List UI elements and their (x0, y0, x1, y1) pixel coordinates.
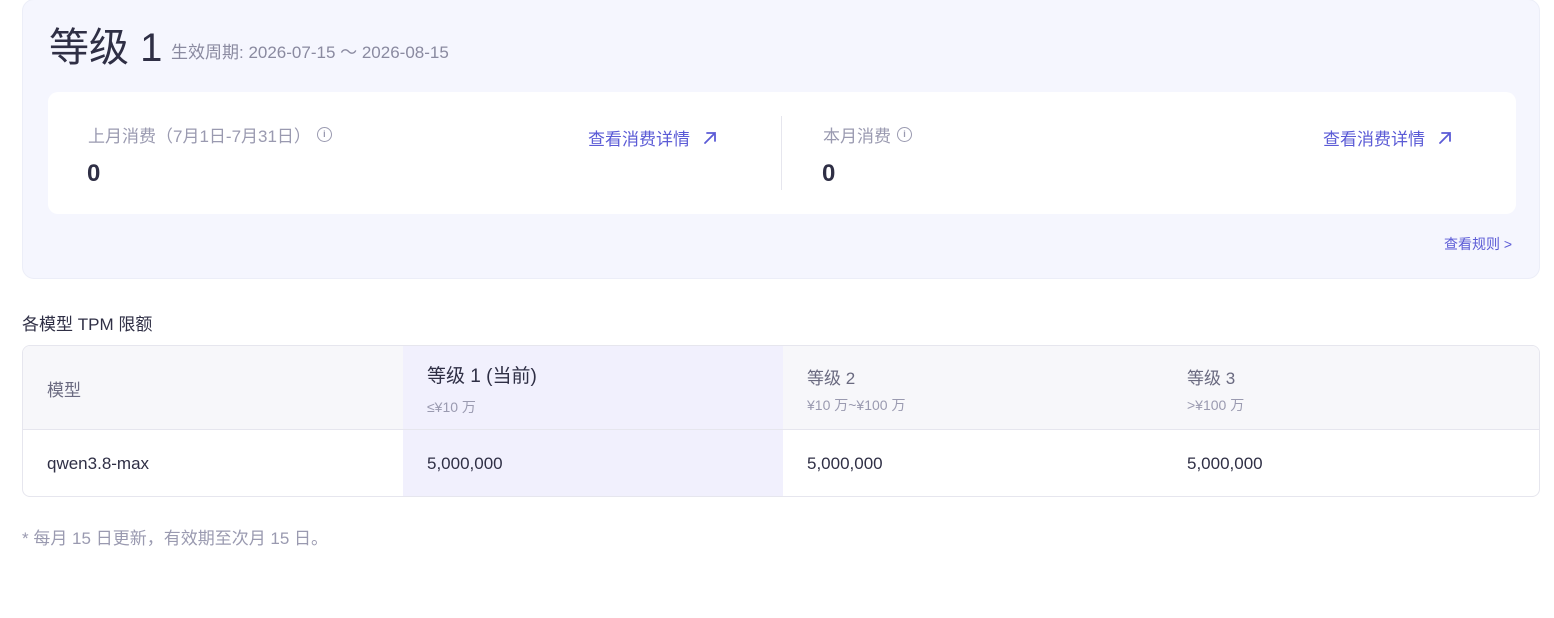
this-month-value: 0 (822, 160, 836, 187)
cell-level-3: 5,000,000 (1163, 430, 1539, 496)
header-label: 等级 2 (807, 369, 856, 388)
cell-level-1: 5,000,000 (403, 430, 783, 496)
last-month-value: 0 (87, 160, 101, 187)
level-panel: 等级 1 生效周期: 2026-07-15 ～ 2026-08-15 上月消费（… (22, 0, 1540, 279)
table-row: qwen3.8-max 5,000,000 5,000,000 5,000,00… (23, 430, 1539, 496)
header-sub: ¥10 万~¥100 万 (807, 397, 906, 413)
this-month-detail-link-text: 查看消费详情 (1323, 130, 1425, 149)
arrow-up-right-icon (704, 131, 716, 144)
tpm-value: 5,000,000 (427, 454, 503, 473)
arrow-up-right-icon (1439, 131, 1451, 144)
tpm-limits-table: 模型 等级 1 (当前) ≤¥10 万 等级 2 ¥10 万~¥100 万 等级… (22, 345, 1540, 497)
this-month-label: 本月消费 i (823, 122, 912, 147)
last-month-label: 上月消费（7月1日-7月31日） i (88, 122, 332, 147)
level-title: 等级 1 (49, 26, 163, 70)
this-month-detail-link[interactable]: 查看消费详情 (1323, 125, 1453, 150)
last-month-detail-link[interactable]: 查看消费详情 (588, 125, 718, 150)
header-label: 等级 1 (当前) (427, 366, 537, 387)
table-header: 模型 等级 1 (当前) ≤¥10 万 等级 2 ¥10 万~¥100 万 等级… (23, 346, 1539, 430)
cell-model: qwen3.8-max (23, 430, 403, 496)
tpm-value: 5,000,000 (807, 454, 883, 473)
consumption-card: 上月消费（7月1日-7月31日） i 0 查看消费详情 本月消费 i 0 查看消… (48, 92, 1516, 214)
last-month-detail-link-text: 查看消费详情 (588, 130, 690, 149)
header-sub: >¥100 万 (1187, 397, 1245, 413)
cell-level-2: 5,000,000 (783, 430, 1163, 496)
header-level-2: 等级 2 ¥10 万~¥100 万 (783, 346, 1163, 429)
info-icon[interactable]: i (897, 127, 912, 142)
header-level-1: 等级 1 (当前) ≤¥10 万 (403, 346, 783, 429)
header-sub: ≤¥10 万 (427, 399, 476, 415)
vertical-divider (781, 116, 782, 190)
this-month-label-text: 本月消费 (823, 127, 891, 146)
last-month-label-text: 上月消费（7月1日-7月31日） (88, 127, 311, 146)
header-label: 模型 (47, 381, 81, 400)
header-model: 模型 (23, 346, 403, 429)
model-name: qwen3.8-max (47, 454, 150, 473)
header-level-3: 等级 3 >¥100 万 (1163, 346, 1539, 429)
effective-period: 生效周期: 2026-07-15 ～ 2026-08-15 (171, 43, 449, 62)
header-label: 等级 3 (1187, 369, 1236, 388)
tpm-value: 5,000,000 (1187, 454, 1263, 473)
tpm-section-title: 各模型 TPM 限额 (22, 315, 153, 334)
info-icon[interactable]: i (316, 127, 332, 142)
view-rules-link[interactable]: 查看规则 > (1444, 234, 1512, 254)
footnote: * 每月 15 日更新，有效期至次月 15 日。 (22, 529, 329, 548)
